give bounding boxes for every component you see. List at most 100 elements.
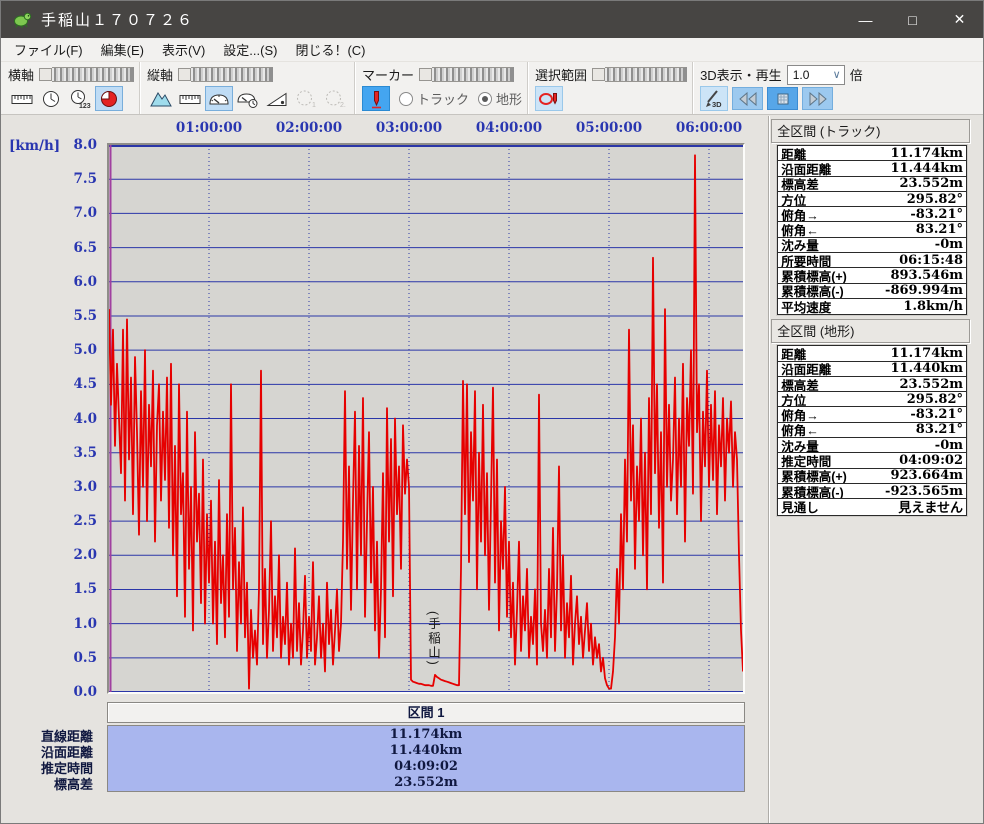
marker-terrain-radio[interactable]: 地形 (478, 89, 522, 108)
app-window: 手稲山１７０７２６ — □ ✕ ファイル(F)編集(E)表示(V)設定...(S… (0, 0, 984, 824)
stat-label: 方位 (781, 392, 806, 407)
menu-bar: ファイル(F)編集(E)表示(V)設定...(S)閉じる！(C) (1, 38, 983, 61)
stat-label: 所要時間 (781, 253, 831, 268)
selection-range-group: 選択範囲 (528, 62, 693, 114)
stats-pane: 全区間 (トラック) 距離11.174km沿面距離11.444km標高差23.5… (768, 116, 983, 823)
menu-item[interactable]: 閉じる！(C) (286, 37, 374, 62)
stat-row: 累積標高(-)-869.994m (778, 284, 966, 299)
vaxis-speed-button[interactable] (205, 86, 233, 111)
maximize-button[interactable]: □ (889, 1, 936, 38)
segment-row-label: 標高差 (1, 774, 100, 790)
vaxis-speed-time-button[interactable] (234, 86, 262, 111)
stat-value: 1.8km/h (903, 299, 963, 314)
segment-row-value: 11.440km (108, 743, 744, 759)
vaxis-distance-button[interactable] (176, 86, 204, 111)
svg-text:123: 123 (79, 103, 91, 109)
stat-value: 295.82° (907, 392, 963, 407)
playback-speed-select[interactable]: 1.0 ∨ (787, 65, 845, 85)
close-button[interactable]: ✕ (936, 1, 983, 38)
vaxis-grade-button[interactable] (263, 86, 291, 111)
y-tick-label: 6.5 (41, 240, 97, 256)
stat-row: 標高差23.552m (778, 377, 966, 392)
grade-angle-icon (265, 89, 289, 109)
playback-unit-label: 倍 (850, 65, 863, 84)
stat-value: 893.546m (890, 268, 963, 283)
marker-position-slider[interactable] (419, 67, 514, 82)
playback-forward-button[interactable] (802, 87, 833, 110)
marker-track-radio[interactable]: トラック (399, 89, 469, 108)
y-tick-label: 4.0 (41, 411, 97, 427)
speedometer-icon (207, 89, 231, 109)
y-tick-label: 7.0 (41, 205, 97, 221)
stat-value: 11.174km (890, 346, 963, 361)
selection-lasso-button[interactable] (535, 86, 563, 111)
stat-value: -83.21° (910, 207, 963, 222)
stop-icon (775, 91, 791, 107)
haxis-time-number-button[interactable]: 123 (66, 86, 94, 111)
clock-icon (39, 89, 63, 109)
menu-item[interactable]: 編集(E) (92, 37, 153, 62)
y-tick-label: 0.0 (41, 684, 97, 700)
marker-pen-button[interactable] (362, 86, 390, 111)
stat-label: 沿面距離 (781, 161, 831, 176)
marker-label: マーカー (362, 65, 414, 84)
stat-row: 方位295.82° (778, 192, 966, 207)
playback-stop-button[interactable] (767, 87, 798, 110)
stat-value: 23.552m (899, 177, 963, 192)
segment-header: 区間 1 (107, 702, 745, 723)
vaxis-custom1-button[interactable]: 1 (292, 86, 320, 111)
stat-row: 距離11.174km (778, 146, 966, 161)
stats-terrain-table: 距離11.174km沿面距離11.440km標高差23.552m方位295.82… (777, 345, 967, 515)
stat-row: 沿面距離11.440km (778, 362, 966, 377)
vertical-axis-scale-slider[interactable] (178, 67, 273, 82)
title-bar: 手稲山１７０７２６ — □ ✕ (1, 1, 983, 38)
stat-row: 沈み量-0m (778, 438, 966, 453)
speed-line (109, 155, 743, 688)
menu-item[interactable]: ファイル(F) (5, 37, 92, 62)
chart-pane: 01:00:0002:00:0003:00:0004:00:0005:00:00… (1, 116, 768, 823)
stat-row: 平均速度1.8km/h (778, 299, 966, 314)
vaxis-elevation-button[interactable] (147, 86, 175, 111)
stat-value: -0m (935, 438, 963, 453)
haxis-time-button[interactable] (37, 86, 65, 111)
menu-item[interactable]: 設定...(S) (214, 37, 286, 62)
ruler-icon (10, 89, 34, 109)
vertical-axis-label: 縦軸 (147, 65, 173, 84)
stat-label: 見通し (781, 499, 819, 514)
stat-label: 累積標高(-) (781, 284, 844, 299)
y-tick-label: 7.5 (41, 171, 97, 187)
horizontal-axis-scale-slider[interactable] (39, 67, 134, 82)
marker-pen-icon (364, 89, 388, 109)
stat-row: 見通し見えません (778, 499, 966, 514)
custom-2-icon: 2. (323, 89, 347, 109)
stat-label: 標高差 (781, 377, 819, 392)
x-tick-label: 05:00:00 (569, 120, 649, 136)
menu-item[interactable]: 表示(V) (153, 37, 214, 62)
ruler-icon (178, 89, 202, 109)
y-tick-label: 2.0 (41, 547, 97, 563)
speed-chart-plot[interactable]: (手稲山) (107, 143, 745, 694)
y-tick-label: 5.0 (41, 342, 97, 358)
stat-label: 俯角→ (781, 407, 819, 422)
playback-rewind-button[interactable] (732, 87, 763, 110)
stat-label: 累積標高(-) (781, 484, 844, 499)
playback-3d-button[interactable]: 3D (700, 86, 728, 111)
radio-dot-icon (399, 92, 413, 106)
selection-range-slider[interactable] (592, 67, 687, 82)
vaxis-custom2-button[interactable]: 2. (321, 86, 349, 111)
marker-track-radio-label: トラック (417, 89, 469, 108)
haxis-elapsed-time-button[interactable] (95, 86, 123, 111)
rewind-icon (736, 91, 760, 107)
playback-label: 3D表示・再生 (700, 65, 782, 84)
minimize-button[interactable]: — (842, 1, 889, 38)
stat-label: 累積標高(+) (781, 469, 847, 484)
y-tick-label: 0.5 (41, 650, 97, 666)
haxis-distance-button[interactable] (8, 86, 36, 111)
segment-row-value: 04:09:02 (108, 759, 744, 775)
stats-track-header: 全区間 (トラック) (771, 119, 970, 143)
stat-row: 沈み量-0m (778, 238, 966, 253)
window-title: 手稲山１７０７２６ (41, 9, 194, 30)
x-tick-label: 06:00:00 (669, 120, 749, 136)
segment-row-value: 23.552m (108, 775, 744, 791)
stat-label: 推定時間 (781, 453, 831, 468)
